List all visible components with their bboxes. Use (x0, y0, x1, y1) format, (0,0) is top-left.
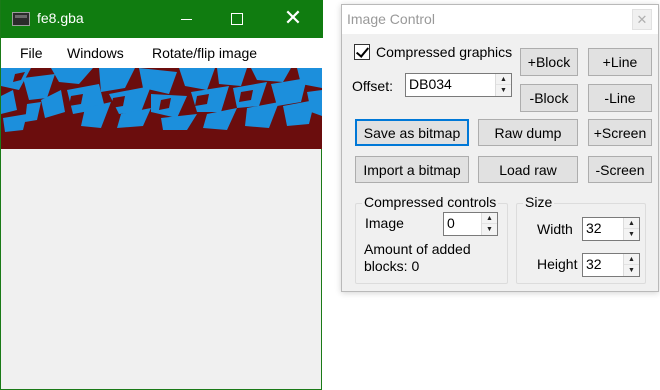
close-icon: ✕ (636, 11, 648, 27)
height-stepper[interactable]: 32 ▲ ▼ (582, 253, 640, 277)
compressed-graphics-label: Compressed graphics (376, 44, 513, 60)
minus-screen-button[interactable]: -Screen (588, 156, 652, 183)
compressed-controls-group: Compressed controls Image 0 ▲ ▼ Amount o… (355, 194, 508, 284)
minimize-icon (180, 18, 192, 20)
image-index-stepper-arrows: ▲ ▼ (481, 213, 497, 235)
plus-block-button[interactable]: +Block (520, 48, 578, 76)
stepper-up-icon[interactable]: ▲ (496, 74, 511, 85)
width-stepper-arrows: ▲ ▼ (623, 218, 639, 240)
main-titlebar[interactable]: fe8.gba ✕ (1, 0, 323, 38)
load-raw-button[interactable]: Load raw (478, 156, 578, 183)
offset-value: DB034 (409, 76, 452, 92)
graphics-tiles (1, 68, 322, 149)
minus-line-button[interactable]: -Line (588, 84, 652, 112)
image-index-value: 0 (447, 215, 455, 231)
image-control-titlebar[interactable]: Image Control ✕ (342, 5, 658, 34)
stepper-up-icon[interactable]: ▲ (624, 254, 639, 265)
maximize-icon (231, 13, 243, 25)
save-as-bitmap-button[interactable]: Save as bitmap (355, 119, 469, 146)
offset-stepper[interactable]: DB034 ▲ ▼ (405, 73, 512, 97)
width-label: Width (537, 221, 573, 237)
height-value: 32 (586, 256, 602, 272)
main-window-title: fe8.gba (37, 10, 84, 26)
menu-file[interactable]: File (20, 45, 43, 61)
stepper-down-icon[interactable]: ▼ (624, 265, 639, 276)
image-control-window: Image Control ✕ Compressed graphics Offs… (341, 4, 659, 292)
added-blocks-label-line1: Amount of added (364, 241, 471, 257)
stepper-down-icon[interactable]: ▼ (624, 229, 639, 240)
offset-stepper-arrows: ▲ ▼ (495, 74, 511, 96)
compressed-controls-legend: Compressed controls (362, 194, 499, 210)
size-legend: Size (523, 194, 555, 210)
raw-dump-button[interactable]: Raw dump (478, 119, 578, 146)
import-bitmap-button[interactable]: Import a bitmap (355, 156, 469, 183)
graphics-viewer[interactable] (1, 68, 322, 149)
image-control-close-button[interactable]: ✕ (632, 9, 652, 30)
plus-line-button[interactable]: +Line (588, 48, 652, 76)
compressed-graphics-checkbox[interactable] (354, 44, 370, 60)
height-stepper-arrows: ▲ ▼ (623, 254, 639, 276)
size-group: Size Width 32 ▲ ▼ Height 32 ▲ ▼ (516, 194, 646, 284)
minimize-button[interactable] (163, 0, 209, 38)
stepper-down-icon[interactable]: ▼ (482, 224, 497, 235)
height-label: Height (537, 256, 578, 272)
close-button[interactable]: ✕ (270, 0, 316, 38)
added-blocks-label-line2: blocks: 0 (364, 258, 420, 274)
minus-block-button[interactable]: -Block (520, 84, 578, 112)
width-value: 32 (586, 220, 602, 236)
menu-rotate-flip-image[interactable]: Rotate/flip image (152, 45, 257, 61)
image-label: Image (365, 215, 404, 231)
plus-screen-button[interactable]: +Screen (588, 119, 652, 146)
stepper-up-icon[interactable]: ▲ (624, 218, 639, 229)
offset-label: Offset: (352, 78, 393, 94)
stepper-up-icon[interactable]: ▲ (482, 213, 497, 224)
close-icon: ✕ (283, 6, 303, 31)
width-stepper[interactable]: 32 ▲ ▼ (582, 217, 640, 241)
image-control-title: Image Control (347, 11, 435, 27)
menubar: File Windows Rotate/flip image (1, 38, 322, 68)
maximize-button[interactable] (214, 0, 260, 38)
image-index-stepper[interactable]: 0 ▲ ▼ (443, 212, 498, 236)
menu-windows[interactable]: Windows (67, 45, 124, 61)
main-window: fe8.gba ✕ File Windows Rotate/flip image (0, 0, 323, 390)
app-icon (12, 12, 30, 26)
stepper-down-icon[interactable]: ▼ (496, 85, 511, 96)
